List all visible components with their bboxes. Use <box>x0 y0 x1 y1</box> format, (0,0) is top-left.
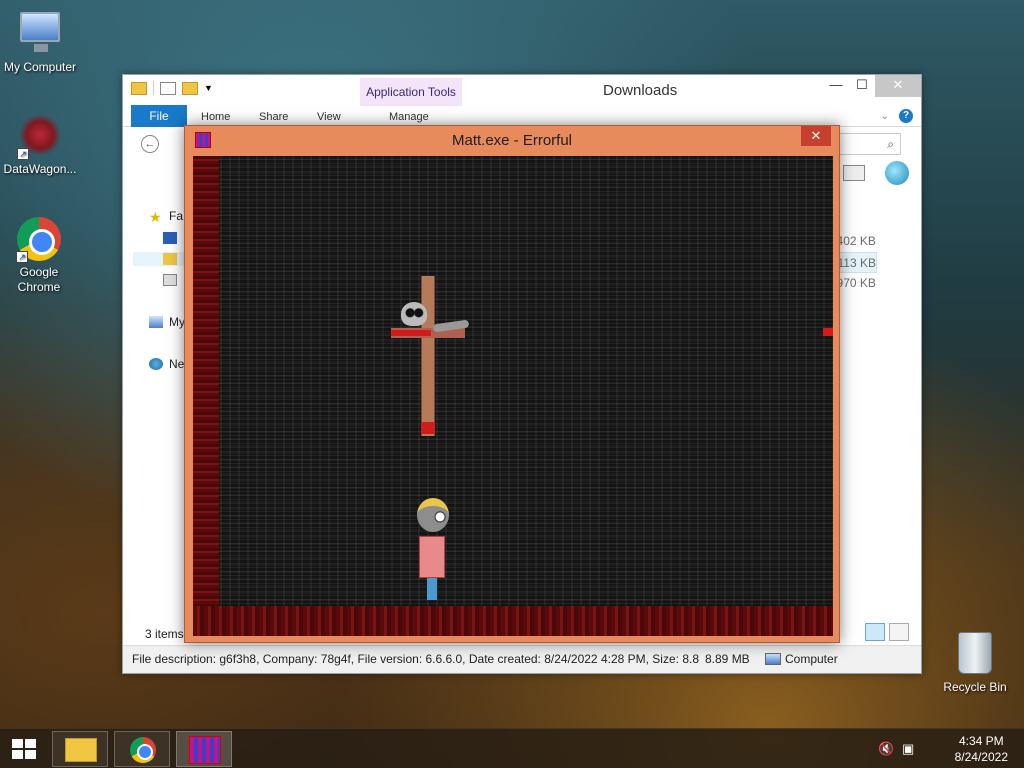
application-tools-tab[interactable]: Application Tools <box>360 78 462 106</box>
player-body <box>419 536 445 578</box>
nav-my-computer[interactable]: My <box>149 315 185 329</box>
status-description: File description: g6f3h8, Company: 78g4f… <box>132 652 750 666</box>
window-controls: — ☐ ✕ <box>823 75 921 97</box>
search-icon: ⌕ <box>887 137 894 151</box>
back-button[interactable]: ← <box>141 135 159 153</box>
recycle-bin-icon <box>952 632 998 678</box>
floor <box>193 606 833 636</box>
help-icon[interactable]: ? <box>899 109 913 123</box>
globe-icon[interactable] <box>885 161 909 185</box>
search-input[interactable]: ⌕ <box>837 133 901 155</box>
close-button[interactable]: ✕ <box>875 75 921 97</box>
nav-label: My <box>169 315 185 329</box>
downloads-icon <box>163 253 177 265</box>
computer-icon <box>149 316 163 328</box>
game-titlebar: Matt.exe - Errorful ✕ <box>185 126 839 154</box>
tab-view[interactable]: View <box>317 111 341 123</box>
maximize-button[interactable]: ☐ <box>849 75 875 97</box>
computer-icon <box>17 12 63 58</box>
clock-time: 4:34 PM <box>958 734 1004 748</box>
chevron-down-icon[interactable]: ▼ <box>204 83 213 93</box>
taskbar-matt-exe[interactable] <box>176 731 232 767</box>
taskbar-chrome[interactable] <box>114 731 170 767</box>
tab-home[interactable]: Home <box>201 111 230 123</box>
recent-places-icon <box>163 274 177 286</box>
divider <box>153 81 154 95</box>
desktop-icon-label: DataWagon... <box>3 162 77 176</box>
minimize-button[interactable]: — <box>823 75 849 97</box>
nav-favorites[interactable]: ★ Fa <box>149 209 184 225</box>
player-legs <box>427 578 437 600</box>
status-size: 8.89 MB <box>705 652 750 666</box>
properties-icon[interactable] <box>160 81 176 95</box>
game-canvas[interactable] <box>193 156 833 636</box>
blood-stain <box>823 328 833 336</box>
large-icons-view-icon[interactable] <box>889 623 909 641</box>
new-folder-icon[interactable] <box>182 81 198 95</box>
chrome-icon: ↗ <box>16 217 62 263</box>
chrome-icon <box>130 737 156 763</box>
folder-icon <box>65 738 97 762</box>
status-location: Computer <box>765 652 838 666</box>
ribbon-right: ⌄ ? <box>881 109 913 123</box>
network-icon[interactable]: ▣ <box>902 741 914 757</box>
desktop-icon-my-computer[interactable]: My Computer <box>0 8 80 75</box>
nav-label: Fa <box>169 209 184 223</box>
window-title: Downloads <box>603 82 678 99</box>
desktop-icon <box>163 232 177 244</box>
details-view-icon[interactable] <box>865 623 885 641</box>
desktop-icon-label: Recycle Bin <box>943 680 1007 694</box>
skull-head <box>401 302 427 326</box>
close-button[interactable]: ✕ <box>801 126 831 146</box>
datawagon-icon: ↗ <box>17 114 63 160</box>
view-switcher <box>865 623 909 641</box>
desktop-icon-google-chrome[interactable]: ↗ Google Chrome <box>0 216 78 295</box>
quick-access-toolbar: ▼ <box>131 81 213 95</box>
status-location-text: Computer <box>785 652 838 666</box>
nav-label: Ne <box>169 357 185 371</box>
blood-stain <box>391 330 431 336</box>
explorer-titlebar: ▼ Application Tools Downloads — ☐ ✕ <box>123 75 921 106</box>
nav-network[interactable]: Ne <box>149 357 184 371</box>
computer-icon <box>765 653 781 665</box>
preview-pane-icon[interactable] <box>843 165 865 181</box>
ribbon-tabs: File Home Share View Manage ⌄ ? <box>123 105 921 127</box>
network-icon <box>149 358 163 370</box>
tab-manage[interactable]: Manage <box>389 111 429 123</box>
status-description-text: File description: g6f3h8, Company: 78g4f… <box>132 652 699 666</box>
file-size: 113 KB <box>834 252 877 273</box>
app-icon <box>189 736 221 764</box>
system-tray: 🔇 ▣ 4:34 PM 8/24/2022 <box>864 729 1024 768</box>
file-size: 402 KB <box>836 234 876 248</box>
tab-file[interactable]: File <box>131 105 187 127</box>
items-count: 3 items <box>145 627 184 641</box>
player-head <box>417 498 449 532</box>
blood-stain <box>421 422 435 434</box>
clock-date: 8/24/2022 <box>954 750 1008 764</box>
start-button[interactable] <box>0 729 48 768</box>
taskbar-file-explorer[interactable] <box>52 731 108 767</box>
left-wall <box>193 156 219 636</box>
clock[interactable]: 4:34 PM 8/24/2022 <box>955 733 1008 765</box>
desktop-icon-label: My Computer <box>3 60 77 74</box>
desktop-icon-recycle-bin[interactable]: Recycle Bin <box>935 630 1015 695</box>
star-icon: ★ <box>149 209 162 225</box>
windows-logo-icon <box>12 739 36 759</box>
game-window-title: Matt.exe - Errorful <box>451 132 573 149</box>
static-background <box>193 156 833 636</box>
speaker-muted-icon[interactable]: 🔇 <box>878 741 894 757</box>
status-bar: File description: g6f3h8, Company: 78g4f… <box>123 645 921 673</box>
file-size-column: 402 KB 113 KB 970 KB <box>834 231 877 294</box>
wooden-pole <box>421 276 435 436</box>
desktop-icon-label: Google Chrome <box>17 265 61 294</box>
file-size: 970 KB <box>836 276 876 290</box>
chevron-down-icon[interactable]: ⌄ <box>881 111 889 122</box>
folder-icon[interactable] <box>131 81 147 95</box>
tab-share[interactable]: Share <box>259 111 288 123</box>
desktop-icon-datawagon[interactable]: ↗ DataWagon... <box>0 112 80 177</box>
game-window: Matt.exe - Errorful ✕ <box>184 125 840 643</box>
taskbar: 🔇 ▣ 4:34 PM 8/24/2022 <box>0 728 1024 768</box>
